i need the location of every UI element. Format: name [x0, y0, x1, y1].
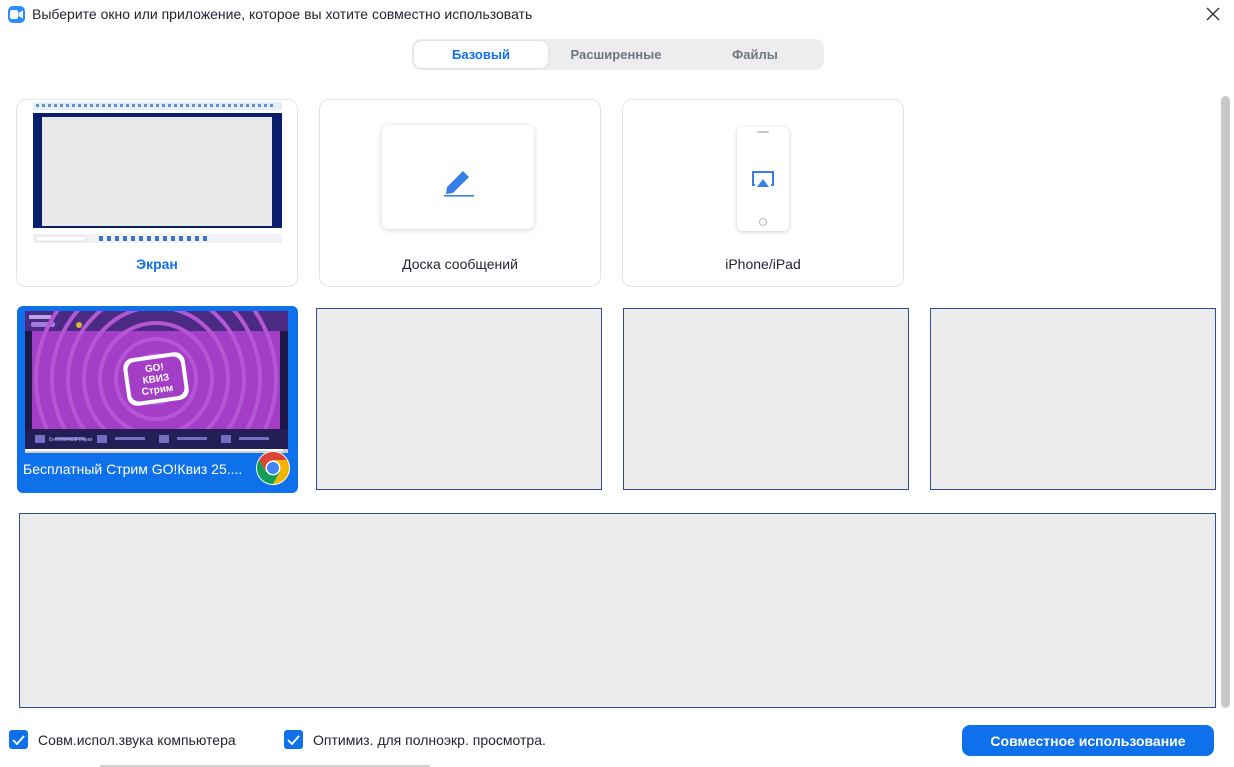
phone-preview: [737, 127, 789, 231]
chrome-icon: [256, 451, 290, 485]
share-sound-checkbox[interactable]: Совм.испол.звука компьютера: [9, 730, 236, 749]
desktop-screen-thumbnail: [33, 100, 282, 243]
window-tile[interactable]: [930, 308, 1216, 490]
window-tile[interactable]: [316, 308, 602, 490]
close-icon: [1206, 7, 1220, 21]
thumb-caption: Бесплатный стрим: [49, 437, 93, 443]
optimize-checkbox[interactable]: Оптимиз. для полноэкр. просмотра.: [284, 730, 546, 749]
scrollbar[interactable]: [1221, 96, 1230, 708]
share-iphone-card[interactable]: iPhone/iPad: [622, 99, 904, 287]
screen-label: Экран: [136, 256, 178, 272]
go-quiz-logo: GO! КВИЗ Стрим: [141, 361, 175, 399]
share-tabs: Базовый Расширенные Файлы: [412, 39, 824, 70]
video-camera-icon: [8, 6, 25, 23]
iphone-label: iPhone/iPad: [725, 256, 801, 272]
share-whiteboard-card[interactable]: Доска сообщений: [319, 99, 601, 287]
whiteboard-preview: [382, 125, 534, 229]
share-sound-label: Совм.испол.звука компьютера: [38, 731, 236, 748]
share-screen-card[interactable]: Экран: [16, 99, 298, 287]
checkmark-icon: [9, 730, 28, 749]
footer: Совм.испол.звука компьютера Оптимиз. для…: [0, 720, 1234, 767]
window-tile[interactable]: [623, 308, 909, 490]
optimize-label: Оптимиз. для полноэкр. просмотра.: [313, 731, 546, 748]
share-button[interactable]: Совместное использование: [962, 725, 1214, 756]
window-tile[interactable]: [19, 513, 1216, 708]
airplay-icon: [752, 171, 774, 187]
title-bar: Выберите окно или приложение, которое вы…: [0, 0, 1234, 30]
whiteboard-label: Доска сообщений: [402, 256, 518, 272]
window-title: Выберите окно или приложение, которое вы…: [32, 6, 533, 22]
pencil-icon: [444, 171, 474, 197]
window-label: Бесплатный Стрим GO!Квиз 25....: [23, 461, 243, 477]
tab-advanced[interactable]: Расширенные: [549, 41, 683, 68]
close-button[interactable]: [1198, 0, 1228, 28]
window-thumbnail: GO! КВИЗ Стрим Бесплатный стрим: [25, 311, 288, 453]
tab-basic[interactable]: Базовый: [414, 41, 548, 68]
tab-files[interactable]: Файлы: [688, 41, 822, 68]
window-card-go-quiz[interactable]: GO! КВИЗ Стрим Бесплатный стрим Бесплатн…: [17, 306, 298, 493]
checkmark-icon: [284, 730, 303, 749]
